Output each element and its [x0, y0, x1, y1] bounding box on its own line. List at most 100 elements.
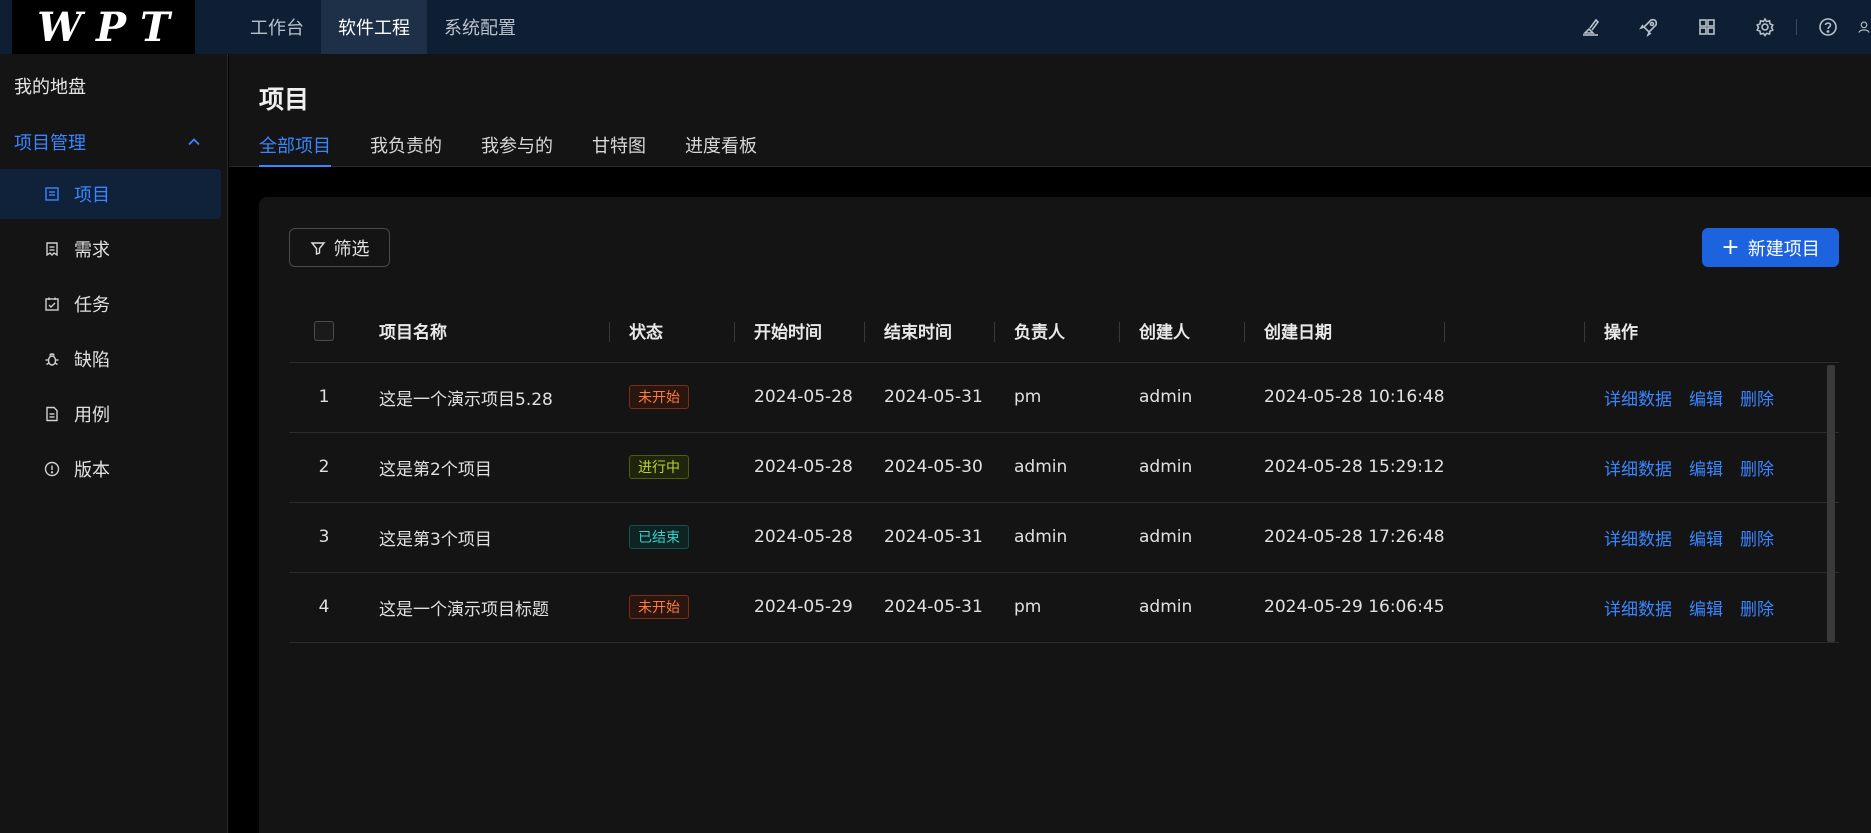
sidebar-item-label: 任务	[74, 295, 110, 316]
status-cell: 已结束	[609, 502, 734, 573]
table-row[interactable]: 2 这是第2个项目 进行中 2024-05-28 2024-05-30 admi…	[289, 432, 1839, 503]
new-project-button[interactable]: + 新建项目	[1702, 228, 1839, 267]
apps-grid-icon[interactable]	[1678, 0, 1736, 54]
empty-cell	[1444, 432, 1584, 503]
sidebar-item-label: 用例	[74, 405, 110, 426]
created-date: 2024-05-28 10:16:48	[1244, 362, 1445, 433]
tab-progress-board[interactable]: 进度看板	[685, 132, 757, 167]
empty-cell	[1444, 572, 1584, 643]
bug-icon	[45, 353, 59, 366]
table-row[interactable]: 3 这是第3个项目 已结束 2024-05-28 2024-05-31 admi…	[289, 502, 1839, 573]
task-icon	[45, 297, 59, 311]
column-header-created: 创建日期	[1244, 300, 1444, 363]
chevron-up-icon	[188, 138, 200, 146]
edit-link[interactable]: 编辑	[1689, 460, 1723, 480]
detail-link[interactable]: 详细数据	[1604, 390, 1672, 410]
sidebar-item-version[interactable]: 版本	[0, 444, 221, 494]
brush-icon[interactable]	[1562, 0, 1620, 54]
status-cell: 未开始	[609, 572, 734, 643]
column-header-name: 项目名称	[359, 300, 609, 363]
column-header-empty	[1444, 300, 1584, 363]
created-date: 2024-05-28 15:29:12	[1244, 432, 1445, 503]
creator: admin	[1119, 572, 1244, 643]
tab-gantt[interactable]: 甘特图	[592, 132, 646, 167]
project-name: 这是一个演示项目标题	[359, 572, 609, 643]
sidebar-item-bug[interactable]: 缺陷	[0, 334, 221, 384]
select-all-checkbox[interactable]	[289, 300, 359, 363]
owner: pm	[994, 572, 1119, 643]
project-name: 这是第2个项目	[359, 432, 609, 503]
help-icon[interactable]	[1799, 0, 1857, 54]
delete-link[interactable]: 删除	[1740, 530, 1774, 550]
project-name: 这是一个演示项目5.28	[359, 362, 609, 433]
table-row[interactable]: 1 这是一个演示项目5.28 未开始 2024-05-28 2024-05-31…	[289, 362, 1839, 433]
empty-cell	[1444, 502, 1584, 573]
column-header-end: 结束时间	[864, 300, 994, 363]
new-project-label: 新建项目	[1747, 238, 1820, 260]
actions-cell: 详细数据 编辑 删除	[1584, 572, 1839, 643]
page-title: 项目	[259, 85, 310, 114]
tab-all-projects[interactable]: 全部项目	[259, 132, 331, 167]
user-icon[interactable]	[1857, 0, 1871, 54]
topnav-software-engineering[interactable]: 软件工程	[321, 0, 427, 54]
file-icon	[46, 406, 58, 422]
sidebar-group-project-management[interactable]: 项目管理	[0, 117, 227, 167]
sidebar-my-space[interactable]: 我的地盘	[0, 54, 227, 117]
table-row[interactable]: 4 这是一个演示项目标题 未开始 2024-05-29 2024-05-31 p…	[289, 572, 1839, 643]
list-icon	[45, 187, 59, 201]
actions-cell: 详细数据 编辑 删除	[1584, 362, 1839, 433]
column-header-actions: 操作	[1584, 300, 1839, 363]
delete-link[interactable]: 删除	[1740, 600, 1774, 620]
status-badge: 已结束	[629, 525, 689, 549]
detail-link[interactable]: 详细数据	[1604, 460, 1672, 480]
sidebar-item-task[interactable]: 任务	[0, 279, 221, 329]
project-table: 项目名称 状态 开始时间 结束时间 负责人 创建人 创建日期 操作 1 这是一个…	[289, 300, 1839, 643]
filter-button[interactable]: 筛选	[289, 228, 390, 267]
empty-cell	[1444, 362, 1584, 433]
column-header-start: 开始时间	[734, 300, 864, 363]
detail-link[interactable]: 详细数据	[1604, 600, 1672, 620]
sidebar-item-label: 版本	[74, 460, 110, 481]
tab-my-responsible[interactable]: 我负责的	[370, 132, 442, 167]
rocket-icon[interactable]	[1620, 0, 1678, 54]
creator: admin	[1119, 502, 1244, 573]
sidebar-item-project[interactable]: 项目	[0, 169, 221, 219]
edit-link[interactable]: 编辑	[1689, 600, 1723, 620]
sidebar-group-label: 项目管理	[14, 133, 86, 154]
sidebar-item-requirement[interactable]: 需求	[0, 224, 221, 274]
status-badge: 进行中	[629, 455, 689, 479]
row-index: 1	[289, 362, 359, 433]
edit-link[interactable]: 编辑	[1689, 390, 1723, 410]
plus-icon: +	[1721, 234, 1740, 260]
sidebar-item-testcase[interactable]: 用例	[0, 389, 221, 439]
project-list-card: 筛选 + 新建项目 项目名称 状态 开始时间 结束时间 负责人 创建人 创建日期…	[259, 197, 1871, 833]
top-bar: WPT 工作台 软件工程 系统配置	[0, 0, 1871, 54]
topnav-workbench[interactable]: 工作台	[233, 0, 321, 54]
start-date: 2024-05-29	[734, 572, 864, 643]
filter-icon	[310, 241, 325, 255]
row-index: 2	[289, 432, 359, 503]
end-date: 2024-05-31	[864, 362, 994, 433]
delete-link[interactable]: 删除	[1740, 390, 1774, 410]
end-date: 2024-05-31	[864, 572, 994, 643]
topnav-system-config[interactable]: 系统配置	[427, 0, 533, 54]
delete-link[interactable]: 删除	[1740, 460, 1774, 480]
gear-icon[interactable]	[1736, 0, 1794, 54]
owner: admin	[994, 502, 1119, 573]
edit-link[interactable]: 编辑	[1689, 530, 1723, 550]
start-date: 2024-05-28	[734, 432, 864, 503]
created-date: 2024-05-29 16:06:45	[1244, 572, 1445, 643]
top-icons	[1562, 0, 1871, 54]
table-scrollbar[interactable]	[1827, 365, 1835, 642]
status-cell: 进行中	[609, 432, 734, 503]
actions-cell: 详细数据 编辑 删除	[1584, 432, 1839, 503]
tab-bar: 全部项目 我负责的 我参与的 甘特图 进度看板	[259, 132, 796, 167]
detail-link[interactable]: 详细数据	[1604, 530, 1672, 550]
row-index: 4	[289, 572, 359, 643]
tab-my-participated[interactable]: 我参与的	[481, 132, 553, 167]
table-header-row: 项目名称 状态 开始时间 结束时间 负责人 创建人 创建日期 操作	[289, 300, 1839, 363]
created-date: 2024-05-28 17:26:48	[1244, 502, 1445, 573]
row-index: 3	[289, 502, 359, 573]
top-nav: 工作台 软件工程 系统配置	[233, 0, 533, 54]
page-header: 项目 全部项目 我负责的 我参与的 甘特图 进度看板	[229, 54, 1871, 167]
